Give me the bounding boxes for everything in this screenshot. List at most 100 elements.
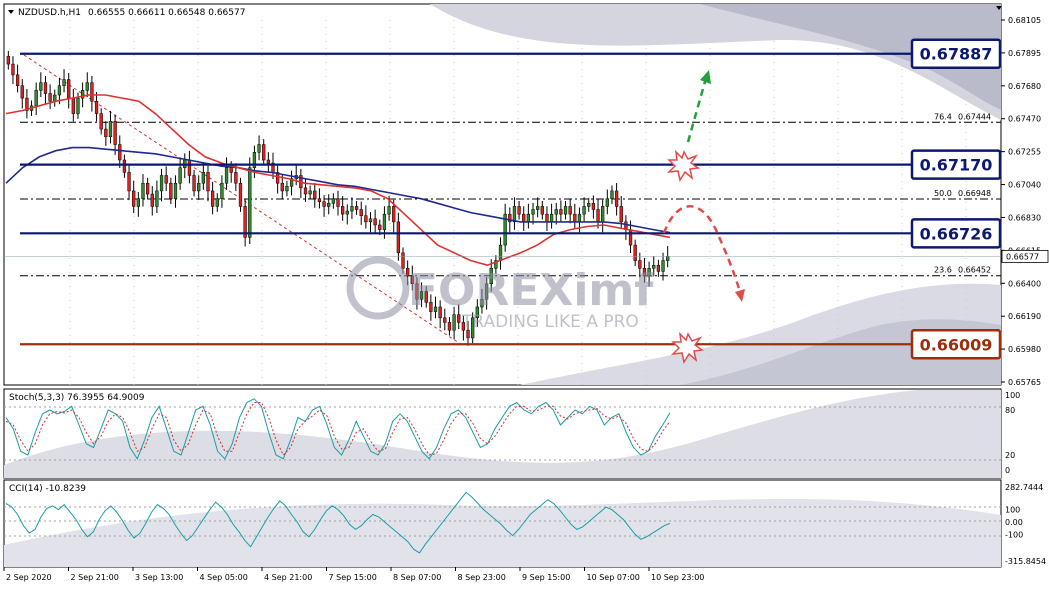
candle-bull (345, 210, 349, 215)
candle-bear (210, 190, 215, 207)
candle-bull (224, 167, 229, 184)
candle-bull (215, 198, 219, 207)
level-label: 0.67887 (920, 45, 993, 64)
candle-bull (601, 206, 605, 223)
candle-bull (220, 182, 224, 199)
candle-bull (327, 203, 331, 207)
candle-bull (285, 186, 289, 192)
candle-bear (122, 159, 127, 173)
time-tick-label: 8 Sep 07:00 (393, 573, 441, 582)
candle-bear (392, 206, 396, 223)
candle-bull (368, 218, 373, 223)
watermark-tagline: TRADING LIKE A PRO (461, 312, 639, 332)
candle-bear (614, 190, 619, 207)
candle-bull (536, 206, 540, 210)
fib-level-label: 76.4 (934, 112, 952, 121)
fib-price-label: 0.66452 (958, 266, 991, 275)
cci-label: CCI(14) -10.8239 (9, 484, 86, 494)
candle-bull (577, 213, 582, 223)
candle-bull (512, 206, 517, 223)
price-tick-label: 0.65980 (1008, 345, 1041, 354)
candle-bull (452, 314, 456, 331)
price-tick-label: 0.67895 (1008, 49, 1041, 58)
stochastic-label: Stoch(5,3,3) 76.3955 64.9009 (9, 393, 145, 403)
candle-bull (387, 206, 391, 215)
cci-tick-label: 0.00 (1005, 518, 1023, 527)
candle-bull (563, 206, 568, 215)
candle-bear (378, 224, 382, 230)
cci-tick-label: 282.7444 (1005, 483, 1043, 492)
time-tick-label: 10 Sep 23:00 (651, 573, 704, 582)
candle-bear (633, 244, 637, 261)
candle-bull (85, 82, 89, 91)
candle-bear (354, 206, 359, 210)
candle-bull (197, 182, 201, 192)
candle-bear (48, 93, 52, 102)
candle-bear (192, 175, 196, 192)
candle-bear (15, 74, 20, 86)
candle-bear (127, 172, 131, 192)
candle-bear (71, 97, 75, 114)
candle-bear (11, 63, 15, 76)
ohlc-values: 0.66555 0.66611 0.66548 0.66577 (88, 8, 245, 18)
candle-bear (568, 206, 572, 215)
candle-bear (94, 100, 99, 114)
cci-tick-label: -100 (1005, 530, 1023, 539)
candle-bear (229, 167, 233, 173)
time-tick-label: 2 Sep 21:00 (71, 573, 119, 582)
candle-bear (596, 209, 600, 223)
watermark-brand: FOREXimf (408, 265, 654, 316)
price-tick-label: 0.67040 (1008, 181, 1041, 190)
candle-bull (331, 198, 335, 204)
time-tick-label: 2 Sep 2020 (6, 573, 52, 582)
candle-bear (6, 56, 10, 65)
fib-level-label: 50.0 (934, 189, 952, 198)
candle-bull (201, 172, 205, 184)
candle-bear (540, 206, 544, 215)
level-label: 0.66009 (920, 335, 993, 354)
fib-price-label: 0.66948 (958, 189, 991, 198)
candle-bear (187, 159, 192, 176)
candle-bear (303, 187, 308, 195)
candle-bull (610, 190, 614, 199)
candle-bear (280, 182, 284, 192)
time-tick-label: 9 Sep 15:00 (522, 573, 570, 582)
candle-bull (498, 244, 503, 261)
candle-bull (666, 256, 670, 261)
current-price-label: 0.66577 (1006, 252, 1039, 261)
level-label: 0.66726 (920, 224, 993, 243)
price-tick-label: 0.68105 (1008, 16, 1041, 25)
time-tick-label: 10 Sep 07:00 (587, 573, 640, 582)
candle-bear (619, 206, 623, 223)
time-tick-label: 4 Sep 05:00 (200, 573, 248, 582)
candle-bear (99, 113, 103, 130)
candle-bull (34, 90, 38, 107)
time-tick-label: 8 Sep 23:00 (458, 573, 506, 582)
stoch-tick-label: 0 (1005, 466, 1010, 475)
time-tick-label: 4 Sep 21:00 (264, 573, 312, 582)
candle-bull (108, 121, 113, 138)
stoch-tick-label: 20 (1005, 451, 1015, 460)
candle-bear (573, 213, 577, 223)
candle-bear (443, 317, 447, 323)
symbol-timeframe: NZDUSD.h,H1 (18, 8, 81, 18)
candle-bear (447, 322, 452, 331)
candle-bull (605, 198, 609, 207)
chart-root: 76.4 0.67444 50.0 0.66948 23.6 0.66452 FOREXi… (0, 0, 1049, 588)
candle-bull (350, 206, 354, 212)
candle-bear (313, 190, 317, 199)
candle-bull (257, 144, 261, 153)
candle-bear (262, 144, 266, 161)
candle-bull (57, 85, 62, 96)
candle-bear (113, 121, 117, 145)
price-tick-label: 0.65765 (1008, 378, 1041, 387)
candle-bear (164, 175, 168, 184)
candle-bear (628, 229, 633, 246)
candle-bull (308, 190, 312, 195)
candle-bear (238, 182, 243, 207)
fib-price-label: 0.67444 (958, 112, 991, 121)
stoch-tick-label: 80 (1005, 406, 1015, 415)
price-tick-label: 0.67255 (1008, 148, 1041, 157)
candle-bull (531, 209, 535, 215)
candle-bear (359, 209, 363, 216)
